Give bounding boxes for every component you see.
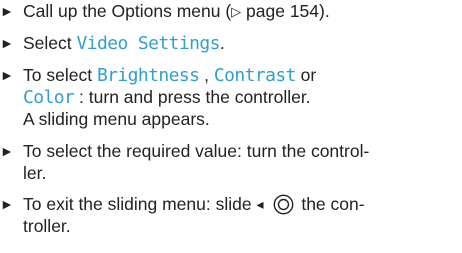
step-text-end: : turn and press the controller. [74, 87, 311, 107]
controller-slide-left-icon: ◂ [256, 194, 296, 215]
step-text: To select the required value: turn the c… [23, 141, 370, 161]
slide-left-arrow-icon: ◂ [256, 196, 264, 212]
page-reference: page 154). [241, 1, 330, 21]
separator-text: or [295, 65, 317, 85]
step-text-end: . [219, 33, 225, 53]
step-text: Call up the Options menu ( [23, 1, 232, 21]
step-text: To exit the sliding menu: slide [23, 194, 257, 214]
step-text: Select [23, 33, 77, 53]
bullet-icon: ► [0, 67, 14, 83]
menu-item-contrast: Contrast [213, 65, 297, 86]
menu-item-color: Color [23, 87, 75, 108]
step-text-end: the con- [296, 194, 365, 214]
step-text-continued: ler. [23, 163, 47, 183]
bullet-icon: ► [0, 3, 14, 19]
bullet-icon: ► [0, 196, 14, 212]
menu-item-video-settings: Video Settings [76, 33, 221, 54]
separator-text: , [199, 65, 214, 85]
menu-item-brightness: Brightness [96, 65, 200, 86]
bullet-icon: ► [0, 35, 14, 51]
bullet-icon: ► [0, 143, 14, 159]
instruction-page: ► Call up the Options menu (▷ page 154). … [0, 0, 462, 253]
step-text: To select [23, 65, 97, 85]
step-text-continued: troller. [23, 216, 71, 236]
step-result-text: A sliding menu appears. [23, 109, 210, 129]
controller-knob-icon [274, 194, 294, 215]
page-reference-triangle-icon: ▷ [231, 4, 242, 19]
